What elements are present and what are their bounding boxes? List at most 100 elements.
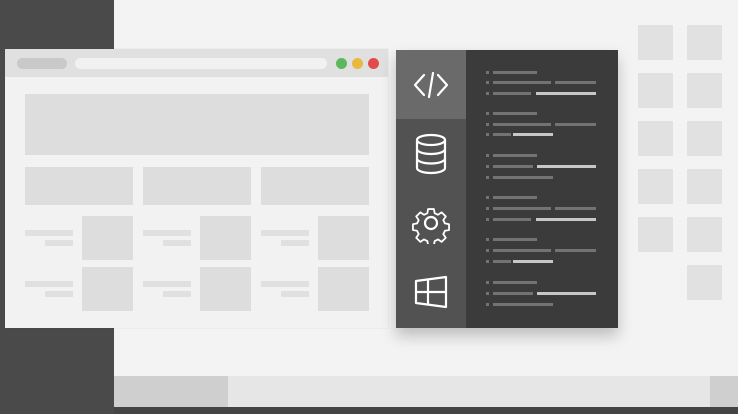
code-line-marker	[486, 292, 489, 295]
text-line	[45, 291, 73, 297]
code-line	[493, 133, 511, 136]
browser-titlebar	[5, 49, 388, 77]
code-line-highlight	[537, 165, 596, 168]
text-line	[281, 240, 309, 246]
text-line	[45, 240, 73, 246]
code-line	[493, 207, 551, 210]
code-line-marker	[486, 260, 489, 263]
code-line	[493, 218, 531, 221]
text-line	[281, 291, 309, 297]
text-line	[261, 230, 309, 236]
code-line	[493, 260, 511, 263]
desktop-icon[interactable]	[687, 25, 722, 60]
code-line-highlight	[513, 260, 553, 263]
code-line-marker	[486, 281, 489, 284]
text-line	[143, 230, 191, 236]
desktop-icon[interactable]	[638, 217, 673, 252]
browser-window	[5, 49, 388, 328]
tab-code[interactable]	[396, 50, 466, 119]
code-line	[493, 123, 551, 126]
text-line	[25, 281, 73, 287]
text-line	[25, 230, 73, 236]
taskbar	[114, 376, 738, 407]
code-line	[493, 154, 537, 157]
gear-icon	[412, 207, 450, 244]
code-line-marker	[486, 303, 489, 306]
code-line	[555, 81, 596, 84]
code-line	[493, 71, 537, 74]
browser-tab[interactable]	[17, 58, 67, 69]
thumbnail	[318, 267, 369, 311]
thumbnail	[200, 267, 251, 311]
desktop-icon[interactable]	[638, 25, 673, 60]
code-line	[493, 176, 553, 179]
code-icon	[413, 71, 449, 98]
address-bar[interactable]	[75, 58, 327, 69]
code-line-marker	[486, 207, 489, 210]
code-line	[493, 92, 531, 95]
database-icon	[415, 133, 447, 174]
green-control-dot[interactable]	[336, 58, 347, 69]
code-line-marker	[486, 238, 489, 241]
code-line-marker	[486, 249, 489, 252]
code-line	[493, 281, 537, 284]
desktop-icon[interactable]	[687, 265, 722, 300]
thumbnail	[82, 216, 133, 260]
code-line	[493, 238, 537, 241]
thumbnail	[200, 216, 251, 260]
text-line	[143, 281, 191, 287]
desktop-icon[interactable]	[638, 121, 673, 156]
code-line-marker	[486, 176, 489, 179]
code-editor[interactable]	[466, 50, 618, 328]
code-line-marker	[486, 218, 489, 221]
code-line-marker	[486, 112, 489, 115]
feature-card	[143, 167, 251, 205]
code-line-marker	[486, 196, 489, 199]
code-line	[555, 249, 596, 252]
code-line	[493, 292, 533, 295]
windows-icon	[414, 275, 448, 308]
code-line	[493, 196, 537, 199]
desktop-icon[interactable]	[687, 121, 722, 156]
panel-tab-strip	[396, 50, 466, 328]
tab-database[interactable]	[396, 119, 466, 188]
yellow-control-dot[interactable]	[352, 58, 363, 69]
desktop-icon[interactable]	[638, 73, 673, 108]
code-line-marker	[486, 165, 489, 168]
code-line	[493, 165, 533, 168]
code-line-marker	[486, 71, 489, 74]
code-line	[555, 123, 596, 126]
code-line	[493, 112, 537, 115]
code-line	[493, 303, 553, 306]
text-line	[163, 291, 191, 297]
text-line	[261, 281, 309, 287]
taskbar-tray-area[interactable]	[710, 376, 738, 407]
desktop-icon[interactable]	[687, 73, 722, 108]
feature-card	[261, 167, 369, 205]
hero-banner	[25, 94, 369, 155]
desktop-icon[interactable]	[687, 169, 722, 204]
tab-windows[interactable]	[396, 257, 466, 326]
desktop-icon[interactable]	[638, 169, 673, 204]
screen-bottom-bezel	[114, 407, 738, 414]
code-line-highlight	[537, 292, 596, 295]
code-line-marker	[486, 81, 489, 84]
desktop-icon[interactable]	[687, 217, 722, 252]
code-line	[555, 207, 596, 210]
code-line-marker	[486, 154, 489, 157]
text-line	[163, 240, 191, 246]
red-control-dot[interactable]	[368, 58, 379, 69]
code-line-highlight	[536, 92, 596, 95]
tab-settings[interactable]	[396, 188, 466, 257]
code-panel	[396, 50, 618, 328]
thumbnail	[82, 267, 133, 311]
code-line-marker	[486, 123, 489, 126]
code-line	[493, 249, 551, 252]
thumbnail	[318, 216, 369, 260]
code-line-marker	[486, 92, 489, 95]
feature-card	[25, 167, 133, 205]
code-line-highlight	[536, 218, 596, 221]
taskbar-start-area[interactable]	[114, 376, 228, 407]
code-line	[493, 81, 551, 84]
code-line-highlight	[513, 133, 553, 136]
